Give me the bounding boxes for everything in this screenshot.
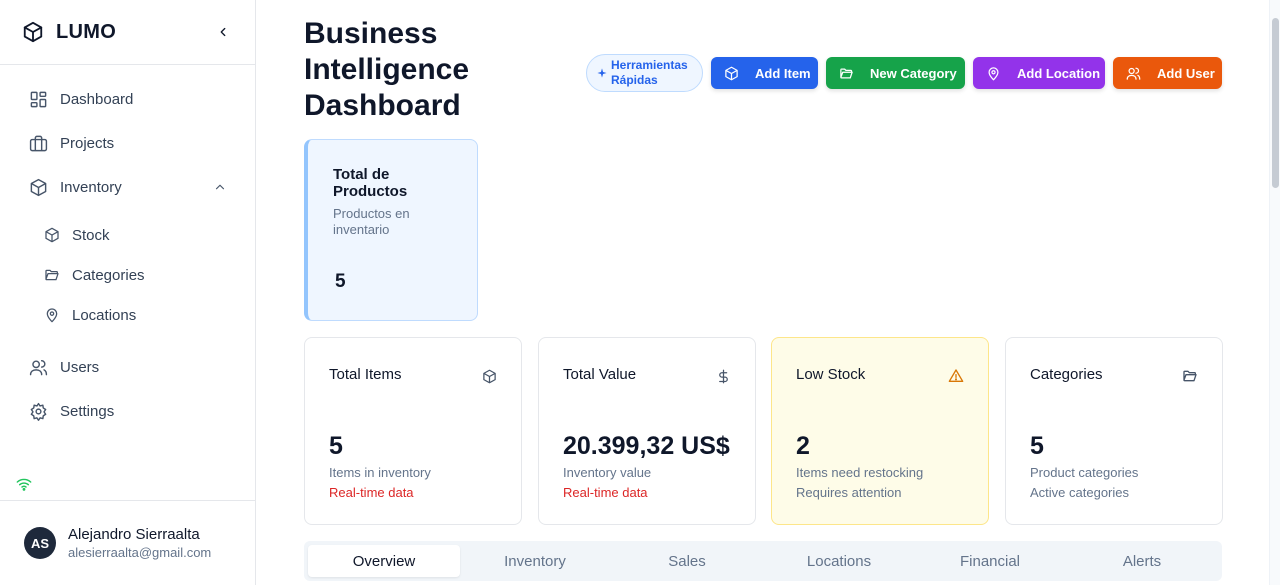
user-profile[interactable]: AS Alejandro Sierraalta alesierraalta@gm… xyxy=(0,500,255,585)
settings-icon xyxy=(28,401,48,421)
package-icon xyxy=(44,227,60,243)
card-title: Low Stock xyxy=(796,366,866,383)
card-note: Real-time data xyxy=(329,485,414,500)
avatar: AS xyxy=(24,527,56,559)
quick-tools-label: Herramientas Rápidas xyxy=(611,58,688,87)
sidebar-subitem-label: Categories xyxy=(72,266,145,284)
total-value-card: Total Value 20.399,32 US$ Inventory valu… xyxy=(538,337,756,525)
page-scrollbar[interactable] xyxy=(1269,0,1280,585)
scrollbar-thumb[interactable] xyxy=(1272,18,1279,188)
dashboard-tabs: Overview Inventory Sales Locations Finan… xyxy=(304,541,1222,581)
folder-open-icon xyxy=(44,267,60,283)
quick-tools-badge: Herramientas Rápidas xyxy=(586,54,703,92)
card-subtitle: Items in inventory xyxy=(329,465,431,480)
sidebar-item-label: Inventory xyxy=(60,178,122,196)
total-items-card: Total Items 5 Items in inventory Real-ti… xyxy=(304,337,522,525)
layout-dashboard-icon xyxy=(28,89,48,109)
sidebar-subitem-categories[interactable]: Categories xyxy=(36,259,236,291)
sidebar-item-label: Projects xyxy=(60,134,115,152)
sidebar-item-settings[interactable]: Settings xyxy=(16,393,240,429)
sidebar-item-label: Settings xyxy=(60,402,115,420)
dollar-sign-icon xyxy=(715,368,731,384)
chevron-left-icon[interactable] xyxy=(213,22,233,42)
card-title: Total de Productos xyxy=(333,166,408,200)
map-pin-icon xyxy=(985,65,1001,81)
sidebar-item-users[interactable]: Users xyxy=(16,349,240,385)
card-value: 5 xyxy=(1030,432,1044,460)
categories-card: Categories 5 Product categories Active c… xyxy=(1005,337,1223,525)
total-products-card: Total de Productos Productos en inventar… xyxy=(304,139,478,321)
tab-inventory[interactable]: Inventory xyxy=(459,545,611,577)
sidebar-item-label: Users xyxy=(60,358,100,376)
add-user-label: Add User xyxy=(1157,65,1215,81)
tab-locations[interactable]: Locations xyxy=(763,545,915,577)
card-value: 2 xyxy=(796,432,810,460)
add-item-label: Add Item xyxy=(755,65,811,81)
map-pin-icon xyxy=(44,307,60,323)
add-item-button[interactable]: Add Item xyxy=(711,57,818,89)
sidebar-subitem-label: Stock xyxy=(72,226,110,244)
card-subtitle: Product categories xyxy=(1030,465,1139,480)
main-content: Business Intelligence Dashboard Herramie… xyxy=(256,0,1269,585)
sparkle-icon xyxy=(597,68,607,78)
add-location-label: Add Location xyxy=(1017,65,1101,81)
sidebar-subitem-locations[interactable]: Locations xyxy=(36,299,236,331)
tab-overview[interactable]: Overview xyxy=(308,545,460,577)
briefcase-icon xyxy=(28,133,48,153)
user-email: alesierraalta@gmail.com xyxy=(68,545,212,560)
alert-triangle-icon xyxy=(948,368,964,384)
tab-financial[interactable]: Financial xyxy=(914,545,1066,577)
card-value: 5 xyxy=(335,271,346,292)
tab-alerts[interactable]: Alerts xyxy=(1066,545,1218,577)
card-value: 5 xyxy=(329,432,343,460)
card-note: Active categories xyxy=(1030,485,1129,500)
users-icon xyxy=(28,357,48,377)
add-location-button[interactable]: Add Location xyxy=(973,57,1105,89)
card-title: Total Items xyxy=(329,366,402,383)
brand-name: LUMO xyxy=(56,20,117,43)
wifi-icon xyxy=(16,476,32,492)
users-icon xyxy=(1125,65,1141,81)
card-subtitle: Items need restocking xyxy=(796,465,924,480)
card-note: Real-time data xyxy=(563,485,648,500)
card-note: Requires attention xyxy=(796,485,902,500)
sidebar-subitem-stock[interactable]: Stock xyxy=(36,219,236,251)
new-category-label: New Category xyxy=(870,65,957,81)
card-title: Categories xyxy=(1030,366,1103,383)
page-title: Business Intelligence Dashboard xyxy=(304,17,470,122)
new-category-button[interactable]: New Category xyxy=(826,57,965,89)
card-value: 20.399,32 US$ xyxy=(563,432,730,460)
user-info: Alejandro Sierraalta alesierraalta@gmail… xyxy=(68,526,211,560)
folder-open-icon xyxy=(1182,368,1198,384)
sidebar-item-inventory[interactable]: Inventory xyxy=(16,169,240,205)
tab-sales[interactable]: Sales xyxy=(611,545,763,577)
sidebar-subitem-label: Locations xyxy=(72,306,137,324)
add-user-button[interactable]: Add User xyxy=(1113,57,1222,89)
package-icon xyxy=(481,368,497,384)
low-stock-card: Low Stock 2 Items need restocking Requir… xyxy=(771,337,989,525)
sidebar: LUMO Dashboard Projects Inventory Stock xyxy=(0,0,256,585)
chevron-up-icon[interactable] xyxy=(212,179,228,195)
user-name: Alejandro Sierraalta xyxy=(68,526,200,543)
sidebar-item-label: Dashboard xyxy=(60,90,134,108)
folder-open-icon xyxy=(838,65,854,81)
card-title: Total Value xyxy=(563,366,637,383)
card-subtitle: Inventory value xyxy=(563,465,652,480)
sidebar-item-dashboard[interactable]: Dashboard xyxy=(16,81,240,117)
box-icon xyxy=(22,21,44,43)
card-subtitle: Productos en inventario xyxy=(333,206,410,237)
package-icon xyxy=(28,177,48,197)
sidebar-item-projects[interactable]: Projects xyxy=(16,125,240,161)
package-icon xyxy=(723,65,739,81)
brand-header: LUMO xyxy=(0,0,255,65)
